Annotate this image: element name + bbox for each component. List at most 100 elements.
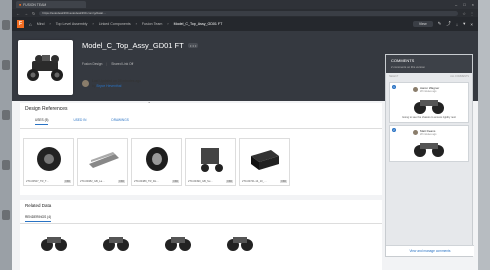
rendering-thumbnail[interactable] (218, 228, 262, 258)
background-thumb (2, 60, 10, 70)
more-icon[interactable]: ▾ (463, 21, 465, 27)
browser-menu-icon[interactable]: ⋮ (470, 11, 474, 16)
comment-text: Going to see the chassis to ensure rigid… (402, 116, 456, 119)
breadcrumb-item[interactable]: Linked Components (99, 22, 131, 26)
tab-renderings[interactable]: RENDERINGS (4) (25, 215, 52, 222)
home-icon[interactable]: ⌂ (29, 22, 32, 27)
last-updated-time: 28 minutes ago (117, 79, 142, 83)
comment-date: 28 minutes ago (420, 133, 437, 137)
reference-name: 2T0-00490_GB_Su… (188, 180, 213, 183)
suspension-part-icon (200, 147, 223, 172)
design-references-heading: Design References (25, 106, 68, 112)
author-link[interactable]: Bryce Heventhal (97, 84, 122, 88)
view-manage-comments-link[interactable]: View and manage comments (386, 245, 474, 256)
breadcrumb-item[interactable]: Top Level Assembly (56, 22, 88, 26)
rover-render-icon (165, 237, 191, 251)
item-subinfo: Fusion Design | Shared Link Off (82, 62, 133, 66)
bookmark-star-icon[interactable]: ☆ (462, 11, 466, 16)
tab-used-in[interactable]: USED IN (73, 118, 86, 125)
separator: | (106, 62, 108, 66)
comment-number-badge: 1 (392, 85, 396, 89)
comments-header: COMMENTS 2 comments on this version (386, 55, 472, 73)
forward-icon[interactable]: → (24, 11, 28, 16)
url-field[interactable]: https://autodesk360.autodesk360.com/g/da… (39, 10, 459, 16)
tire-part-icon (36, 146, 61, 171)
rover-snapshot-icon (414, 143, 444, 158)
comment-snapshot[interactable] (393, 95, 465, 115)
all-comments-filter[interactable]: ALL COMMENTS (450, 75, 469, 78)
app-header: F ⌂ Mind › Top Level Assembly › Linked C… (12, 17, 478, 31)
browser-tab[interactable]: ■ FUSION TEAM (16, 1, 86, 8)
breadcrumb-current: Model_C_Top_Assy_GD01 FT (173, 22, 223, 26)
close-panel-icon[interactable]: × (470, 22, 473, 27)
rendering-thumbnail[interactable] (32, 228, 76, 258)
file-type-badge: F3D (280, 180, 287, 183)
by-label: by (92, 83, 96, 88)
file-type-badge: F3D (118, 180, 125, 183)
rendering-thumbnail[interactable] (94, 228, 138, 258)
reference-name: 2T0-00741-14_10_… (242, 180, 267, 183)
related-data-heading: Related Data (25, 203, 52, 208)
maximize-button[interactable]: □ (463, 2, 465, 7)
background-thumb (2, 160, 10, 170)
browser-window: ■ FUSION TEAM – □ × ← → ↻ https://autode… (12, 0, 478, 270)
rover-render-icon (103, 237, 129, 251)
rendering-thumbnail[interactable] (156, 228, 200, 258)
comment-number-badge: 2 (392, 128, 396, 133)
breadcrumb-item[interactable]: Mind (37, 22, 45, 26)
download-icon[interactable]: ↓ (456, 22, 458, 27)
battery-box-icon (250, 149, 279, 170)
main-content: Design References USES (5) USED IN DRAWI… (20, 103, 382, 270)
rover-render-icon (41, 237, 67, 251)
background-thumb (2, 20, 10, 30)
shared-link-status[interactable]: Shared Link Off (111, 62, 133, 66)
edit-icon[interactable]: ✎ (438, 21, 442, 27)
window-controls: – □ × (455, 2, 478, 7)
file-type-badge: F3D (172, 180, 179, 183)
comment-card[interactable]: 1 Aaron Wagner 28 minutes ago Going to se… (389, 82, 469, 124)
breadcrumb-separator: › (92, 22, 94, 26)
fusion-logo[interactable]: F (17, 20, 24, 28)
reference-card[interactable]: 2T0-00527_TR_T… F3D (23, 138, 74, 186)
reference-card[interactable]: 2T0-00741-14_10_… F3D (239, 138, 290, 186)
comment-snapshot[interactable] (393, 138, 465, 158)
minimize-button[interactable]: – (455, 2, 457, 7)
tab-drawings[interactable]: DRAWINGS (111, 118, 128, 125)
reference-list: 2T0-00527_TR_T… F3D 2T0-00082_GB_La… F3D 2… (20, 129, 382, 189)
breadcrumb-separator: › (49, 22, 51, 26)
last-updated-label: Last Updated on (92, 79, 117, 83)
tab-uses[interactable]: USES (5) (35, 118, 49, 125)
comment-date: 28 minutes ago (420, 90, 437, 93)
reference-card[interactable]: 2T0-00082_GB_La… F3D (77, 138, 128, 186)
breadcrumb-separator: › (167, 22, 169, 26)
reference-card[interactable]: 2T0-00490_GB_Su… F3D (185, 138, 236, 186)
select-filter[interactable]: SELECT (389, 75, 398, 78)
renderings-list (20, 224, 382, 262)
tab-favicon-icon: ■ (19, 2, 22, 7)
background-left-window (0, 0, 12, 270)
item-menu-button[interactable]: • • • (188, 43, 199, 48)
avatar (413, 130, 418, 136)
item-thumbnail[interactable] (18, 40, 73, 95)
comment-card[interactable]: 2 Matt Deans 28 minutes ago (389, 125, 469, 163)
comments-panel: COMMENTS 2 comments on this version SELE… (385, 54, 474, 257)
breadcrumb-separator: › (135, 22, 137, 26)
background-thumb (2, 210, 10, 220)
close-button[interactable]: × (472, 2, 474, 7)
view-button[interactable]: View (412, 21, 433, 27)
address-bar: ← → ↻ https://autodesk360.autodesk360.co… (12, 9, 478, 17)
reference-card[interactable]: 2T0-00489_TR_Ro… F3D (131, 138, 182, 186)
breadcrumb-item[interactable]: Fusion Team (142, 22, 163, 26)
back-icon[interactable]: ← (16, 11, 20, 16)
reference-name: 2T0-00527_TR_T… (26, 180, 50, 183)
file-type-badge: F3D (64, 180, 71, 183)
item-type: Fusion Design (82, 62, 103, 66)
reference-name: 2T0-00489_TR_Ro… (134, 180, 159, 183)
background-right-window (478, 0, 490, 270)
comments-subtitle: 2 comments on this version (391, 65, 426, 69)
share-icon[interactable]: ⤴ (446, 21, 451, 27)
reference-name: 2T0-00082_GB_La… (80, 180, 105, 183)
reload-icon[interactable]: ↻ (32, 11, 35, 16)
file-type-badge: F3D (226, 180, 233, 183)
browser-titlebar: ■ FUSION TEAM – □ × (12, 0, 478, 9)
